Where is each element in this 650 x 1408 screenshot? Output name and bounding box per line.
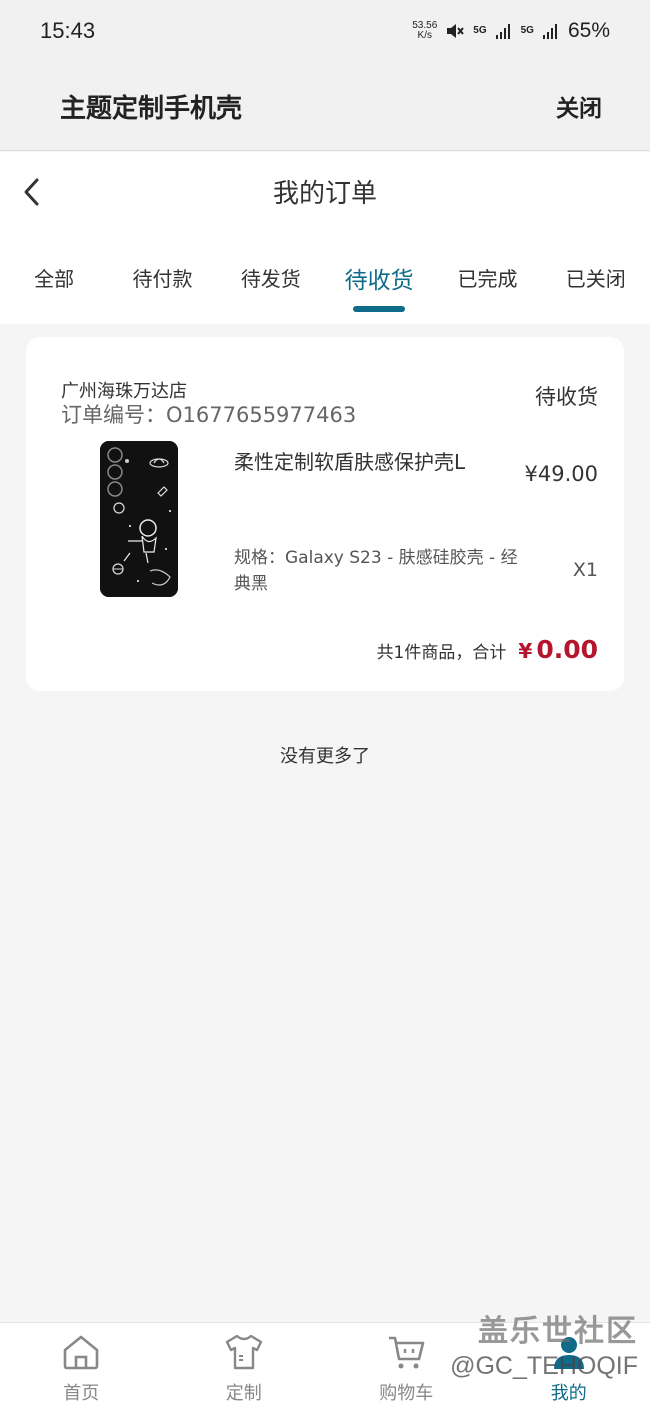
signal-5g-label-1: 5G bbox=[473, 25, 487, 36]
battery-level: 65% bbox=[567, 19, 610, 42]
signal-icon-1 bbox=[495, 24, 510, 39]
no-more-text: 没有更多了 bbox=[280, 746, 370, 767]
tab-pending-payment[interactable]: 待付款 bbox=[108, 230, 216, 324]
tab-all[interactable]: 全部 bbox=[0, 230, 108, 324]
product-image[interactable] bbox=[100, 441, 178, 597]
user-icon bbox=[553, 1337, 584, 1369]
nav-label-mine: 我的 bbox=[550, 1383, 587, 1404]
product-spec: 规格：Galaxy S23 - 肤感硅胶壳 - 经典黑 bbox=[234, 548, 518, 594]
signal-icon-2 bbox=[542, 24, 557, 39]
net-speed: 53.56 K/s bbox=[412, 21, 437, 41]
mute-icon bbox=[447, 24, 465, 38]
status-icons: 53.56 K/s 5G 5G 65% bbox=[412, 19, 610, 43]
order-status: 待收货 bbox=[535, 385, 598, 409]
status-bar: 15:43 53.56 K/s 5G 5G 65% bbox=[0, 0, 650, 62]
order-number: 订单编号：O1677655977463 bbox=[61, 403, 357, 427]
total-currency: ¥ bbox=[518, 639, 533, 663]
nav-label-customize: 定制 bbox=[225, 1383, 262, 1404]
close-button[interactable]: 关闭 bbox=[556, 89, 602, 123]
net-speed-unit: K/s bbox=[417, 30, 432, 41]
nav-item-home[interactable]: 首页 bbox=[0, 1323, 163, 1408]
home-icon bbox=[63, 1335, 99, 1370]
mini-program-title: 主题定制手机壳 bbox=[60, 93, 243, 124]
signal-5g-label-2: 5G bbox=[520, 25, 534, 36]
product-price: ¥49.00 bbox=[524, 462, 598, 486]
phone-case-astronaut-image bbox=[100, 441, 178, 597]
product-quantity: X1 bbox=[572, 559, 598, 581]
back-arrow-icon[interactable] bbox=[18, 176, 46, 208]
page-nav: 我的订单 bbox=[0, 152, 650, 230]
nav-label-cart: 购物车 bbox=[379, 1383, 434, 1404]
order-card[interactable]: 广州海珠万达店 订单编号：O1677655977463 待收货 柔性定制软盾肤感… bbox=[26, 337, 624, 691]
page-title: 我的订单 bbox=[272, 178, 377, 209]
tab-closed[interactable]: 已关闭 bbox=[542, 230, 650, 324]
tshirt-icon bbox=[225, 1334, 262, 1370]
mini-program-header: 主题定制手机壳 关闭 bbox=[0, 62, 650, 151]
tab-pending-shipment[interactable]: 待发货 bbox=[217, 230, 325, 324]
tab-completed[interactable]: 已完成 bbox=[433, 230, 541, 324]
cart-icon bbox=[389, 1336, 425, 1369]
nav-label-home: 首页 bbox=[63, 1383, 100, 1404]
nav-item-mine[interactable]: 我的 bbox=[488, 1323, 650, 1408]
nav-item-customize[interactable]: 定制 bbox=[163, 1323, 326, 1408]
order-tabs: 全部 待付款 待发货 待收货 已完成 已关闭 bbox=[0, 230, 650, 324]
total-label: 共1件商品，合计 bbox=[376, 643, 507, 663]
order-total: 共1件商品，合计 ¥ 0.00 bbox=[377, 635, 598, 664]
status-time: 15:43 bbox=[40, 18, 96, 43]
bottom-nav: 首页 定制 购物车 我的 bbox=[0, 1322, 650, 1408]
tab-pending-receipt[interactable]: 待收货 bbox=[325, 230, 433, 324]
product-name: 柔性定制软盾肤感保护壳L bbox=[234, 450, 466, 474]
nav-item-cart[interactable]: 购物车 bbox=[325, 1323, 488, 1408]
total-amount: 0.00 bbox=[536, 635, 598, 664]
